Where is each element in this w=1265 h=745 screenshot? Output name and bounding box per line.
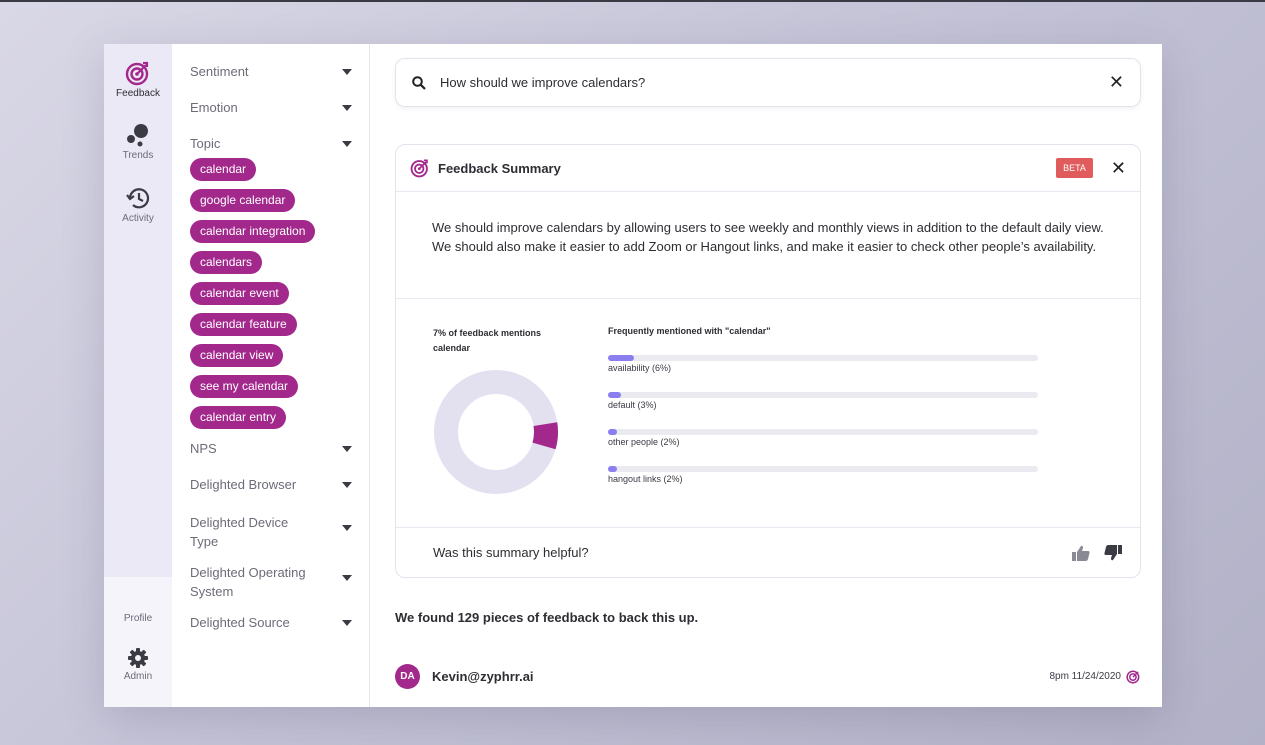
filter-browser-label: Delighted Browser [190,477,297,492]
topic-chip[interactable]: google calendar [190,189,296,212]
donut-track [434,370,558,494]
summary-text: We should improve calendars by allowing … [396,192,1140,299]
history-icon [126,188,150,209]
mention-caption: 7% of feedback mentions calendar [433,328,542,353]
frequency-title: Frequently mentioned with "calendar" [608,326,771,336]
frequency-label: availability (6%) [608,363,672,373]
main-content: ✕ Feedback Summary BETA ✕ We should impr… [370,44,1162,707]
topic-chips: calendar google calendar calendar integr… [190,158,369,429]
beta-badge: BETA [1056,158,1093,178]
entry-timestamp: 8pm 11/24/2020 [1049,671,1121,682]
filter-emotion[interactable]: Emotion [190,100,352,136]
nav-admin[interactable]: Admin [104,647,172,682]
chevron-down-icon [342,141,352,147]
nav-feedback[interactable]: Feedback [104,60,172,99]
nav-trends[interactable]: Trends [104,122,172,161]
search-input[interactable] [440,75,1109,90]
results-count: We found 129 pieces of feedback to back … [395,610,699,625]
frequency-bar [608,429,617,435]
nav-profile[interactable]: Profile [104,613,172,624]
filter-panel: Sentiment Emotion Topic calendar google … [172,44,370,707]
avatar: DA [395,664,420,689]
filter-sentiment[interactable]: Sentiment [190,64,352,100]
topic-chip[interactable]: calendar [190,158,257,181]
frequency-item: default (3%) [608,392,1038,410]
nav-activity-label: Activity [122,213,154,224]
filter-emotion-label: Emotion [190,100,238,115]
frequency-bar [608,466,617,472]
chevron-down-icon [342,446,352,452]
app-window: Feedback Trends Activity Profile Admin S… [104,44,1162,707]
frequency-track [608,429,1038,435]
entry-author: Kevin@zyphrr.ai [432,669,534,684]
chevron-down-icon [342,69,352,75]
frequency-track [608,355,1038,361]
rail-bottom: Profile Admin [104,577,172,707]
nav-trends-label: Trends [122,150,154,161]
frequency-track [608,392,1038,398]
bubbles-icon [127,124,148,147]
thumbs-up-icon[interactable] [1072,545,1090,561]
topic-chip[interactable]: calendars [190,251,263,274]
topic-chip[interactable]: calendar event [190,282,289,305]
topic-chip[interactable]: calendar entry [190,406,287,429]
filter-device-type[interactable]: Delighted Device Type [190,513,352,563]
filter-topic-label: Topic [190,136,221,151]
clear-search-button[interactable]: ✕ [1109,72,1124,93]
frequency-item: hangout links (2%) [608,466,1038,484]
filter-source-label: Delighted Source [190,615,290,630]
filter-sentiment-label: Sentiment [190,64,249,79]
filter-operating-system[interactable]: Delighted Operating System [190,563,352,615]
frequency-item: other people (2%) [608,429,1038,447]
frequency-label: default (3%) [608,400,657,410]
search-bar: ✕ [395,58,1141,107]
filter-device-type-label: Delighted Device Type [190,515,289,549]
nav-rail: Feedback Trends Activity Profile Admin [104,44,172,707]
helpful-row: Was this summary helpful? [396,528,1140,577]
feedback-entry[interactable]: DA Kevin@zyphrr.ai 8pm 11/24/2020 [395,664,1141,689]
frequency-track [608,466,1038,472]
gear-icon [128,648,148,668]
filter-nps[interactable]: NPS [190,441,352,477]
filter-operating-system-label: Delighted Operating System [190,565,306,599]
filter-browser[interactable]: Delighted Browser [190,477,352,513]
chevron-down-icon [342,620,352,626]
frequency-bar [608,355,634,361]
chevron-down-icon [342,105,352,111]
topic-chip[interactable]: see my calendar [190,375,299,398]
top-border [0,0,1265,2]
thumbs-down-icon[interactable] [1104,544,1122,561]
frequency-label: other people (2%) [608,437,680,447]
mention-donut [434,370,558,494]
target-icon [125,61,149,86]
topic-chip[interactable]: calendar view [190,344,284,367]
filter-source[interactable]: Delighted Source [190,615,352,651]
helpful-question: Was this summary helpful? [433,545,589,560]
filter-nps-label: NPS [190,441,217,456]
target-icon [1126,670,1140,684]
chevron-down-icon [342,525,352,531]
frequency-label: hangout links (2%) [608,474,683,484]
target-icon [410,159,428,178]
summary-header: Feedback Summary BETA ✕ [396,145,1140,192]
summary-visualization: 7% of feedback mentions calendar Frequen… [396,299,1140,528]
nav-activity[interactable]: Activity [104,185,172,224]
topic-chip[interactable]: calendar integration [190,220,316,243]
nav-admin-label: Admin [123,671,153,682]
topic-chip[interactable]: calendar feature [190,313,297,336]
frequency-bar [608,392,621,398]
frequency-item: availability (6%) [608,355,1038,373]
search-icon [412,75,426,90]
feedback-summary-card: Feedback Summary BETA ✕ We should improv… [395,144,1141,578]
summary-title: Feedback Summary [438,160,561,176]
close-summary-button[interactable]: ✕ [1111,158,1126,179]
nav-profile-label: Profile [123,613,153,624]
nav-feedback-label: Feedback [116,88,160,99]
chevron-down-icon [342,575,352,581]
chevron-down-icon [342,482,352,488]
